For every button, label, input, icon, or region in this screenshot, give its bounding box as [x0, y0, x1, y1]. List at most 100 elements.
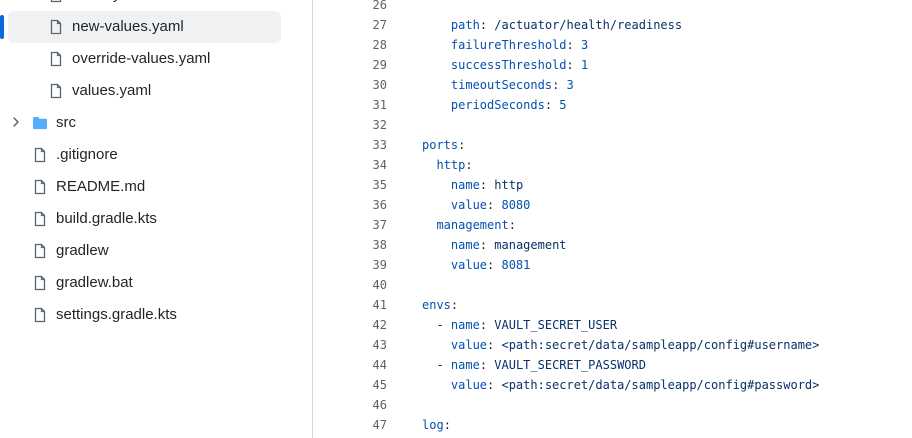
line-content: value: <path:secret/data/sampleapp/confi…: [450, 378, 820, 392]
line-content: failureThreshold: 3: [450, 38, 589, 52]
yaml-key: envs: [422, 298, 451, 312]
file-icon: [50, 83, 62, 99]
tree-item-label: Chart.yaml: [72, 0, 145, 4]
line-number[interactable]: 28: [313, 35, 387, 55]
code-line: 32: [313, 115, 912, 135]
yaml-key: value: [450, 338, 488, 352]
line-number[interactable]: 46: [313, 395, 387, 415]
tree-item-label: gradlew.bat: [56, 274, 133, 291]
line-number[interactable]: 29: [313, 55, 387, 75]
code-line: 39 value: 8081: [313, 255, 912, 275]
yaml-value: 1: [580, 58, 589, 72]
tree-file[interactable]: README.md: [8, 171, 281, 203]
tree-file[interactable]: override-values.yaml: [8, 43, 281, 75]
yaml-key: periodSeconds: [450, 98, 545, 112]
line-content: - name: VAULT_SECRET_PASSWORD: [436, 358, 646, 372]
line-number[interactable]: 37: [313, 215, 387, 235]
tree-file[interactable]: Chart.yaml: [8, 0, 281, 11]
code-line: 43 value: <path:secret/data/sampleapp/co…: [313, 335, 912, 355]
code-line: 34 http:: [313, 155, 912, 175]
line-content: periodSeconds: 5: [450, 98, 567, 112]
line-number[interactable]: 45: [313, 375, 387, 395]
line-number[interactable]: 36: [313, 195, 387, 215]
chevron-right-icon[interactable]: [9, 115, 23, 129]
yaml-value: 3: [580, 38, 589, 52]
yaml-key: log: [422, 418, 444, 432]
yaml-key: ports: [422, 138, 459, 152]
code-line: 31 periodSeconds: 5: [313, 95, 912, 115]
tree-item-label: README.md: [56, 178, 146, 195]
code-line: 33 ports:: [313, 135, 912, 155]
line-content: timeoutSeconds: 3: [450, 78, 574, 92]
line-number[interactable]: 39: [313, 255, 387, 275]
tree-item-label: gradlew: [56, 242, 109, 259]
yaml-value: management: [494, 238, 567, 252]
line-number[interactable]: 40: [313, 275, 387, 295]
code-line: 42 - name: VAULT_SECRET_USER: [313, 315, 912, 335]
yaml-key: failureThreshold: [450, 38, 567, 52]
code-line: 36 value: 8080: [313, 195, 912, 215]
yaml-value: 3: [566, 78, 574, 92]
line-content: successThreshold: 1: [450, 58, 589, 72]
tree-file[interactable]: gradlew: [8, 235, 281, 267]
code-line: 30 timeoutSeconds: 3: [313, 75, 912, 95]
line-content: management:: [436, 218, 516, 232]
code-line: 37 management:: [313, 215, 912, 235]
line-number[interactable]: 42: [313, 315, 387, 335]
line-content: name: http: [450, 178, 524, 192]
yaml-value: <path:secret/data/sampleapp/config#usern…: [501, 338, 820, 352]
line-content: ports:: [422, 138, 466, 152]
code-line: 28 failureThreshold: 3: [313, 35, 912, 55]
yaml-key: name: [450, 178, 480, 192]
code-line: 45 value: <path:secret/data/sampleapp/co…: [313, 375, 912, 395]
line-number[interactable]: 41: [313, 295, 387, 315]
yaml-value: VAULT_SECRET_PASSWORD: [494, 358, 646, 372]
line-number[interactable]: 43: [313, 335, 387, 355]
line-content: value: 8081: [450, 258, 531, 272]
yaml-value: 8080: [501, 198, 531, 212]
code-line: 35 name: http: [313, 175, 912, 195]
line-content: envs:: [422, 298, 459, 312]
tree-folder[interactable]: src: [8, 107, 281, 139]
code-line: 26: [313, 0, 912, 15]
yaml-key: value: [450, 198, 488, 212]
folder-icon: [33, 117, 47, 130]
tree-item-label: settings.gradle.kts: [56, 306, 177, 323]
tree-file[interactable]: values.yaml: [8, 75, 281, 107]
code-viewer: 26 27 path: /actuator/health/readiness 28…: [313, 0, 912, 438]
tree-file[interactable]: settings.gradle.kts: [8, 299, 281, 331]
tree-file[interactable]: new-values.yaml: [8, 11, 281, 43]
line-content: - name: VAULT_SECRET_USER: [436, 318, 618, 332]
line-number[interactable]: 32: [313, 115, 387, 135]
tree-file[interactable]: gradlew.bat: [8, 267, 281, 299]
line-number[interactable]: 44: [313, 355, 387, 375]
line-number[interactable]: 47: [313, 415, 387, 435]
yaml-key: value: [450, 258, 488, 272]
line-number[interactable]: 33: [313, 135, 387, 155]
code-line: 46: [313, 395, 912, 415]
yaml-value: 8081: [501, 258, 531, 272]
file-icon: [34, 179, 46, 195]
line-number[interactable]: 26: [313, 0, 387, 15]
code-line: 38 name: management: [313, 235, 912, 255]
tree-item-label: override-values.yaml: [72, 50, 211, 67]
yaml-key: value: [450, 378, 488, 392]
tree-file[interactable]: build.gradle.kts: [8, 203, 281, 235]
line-number[interactable]: 35: [313, 175, 387, 195]
line-content: http:: [436, 158, 473, 172]
line-number[interactable]: 30: [313, 75, 387, 95]
tree-file[interactable]: .gitignore: [8, 139, 281, 171]
line-content: value: 8080: [450, 198, 531, 212]
selected-indicator: [0, 15, 4, 39]
line-number[interactable]: 34: [313, 155, 387, 175]
tree-item-label: .gitignore: [56, 146, 118, 163]
yaml-value: VAULT_SECRET_USER: [494, 318, 618, 332]
tree-item-label: build.gradle.kts: [56, 210, 157, 227]
line-number[interactable]: 38: [313, 235, 387, 255]
file-icon: [50, 19, 62, 35]
yaml-value: 5: [559, 98, 567, 112]
code-line: 44 - name: VAULT_SECRET_PASSWORD: [313, 355, 912, 375]
line-number[interactable]: 31: [313, 95, 387, 115]
yaml-key: management: [436, 218, 509, 232]
line-number[interactable]: 27: [313, 15, 387, 35]
